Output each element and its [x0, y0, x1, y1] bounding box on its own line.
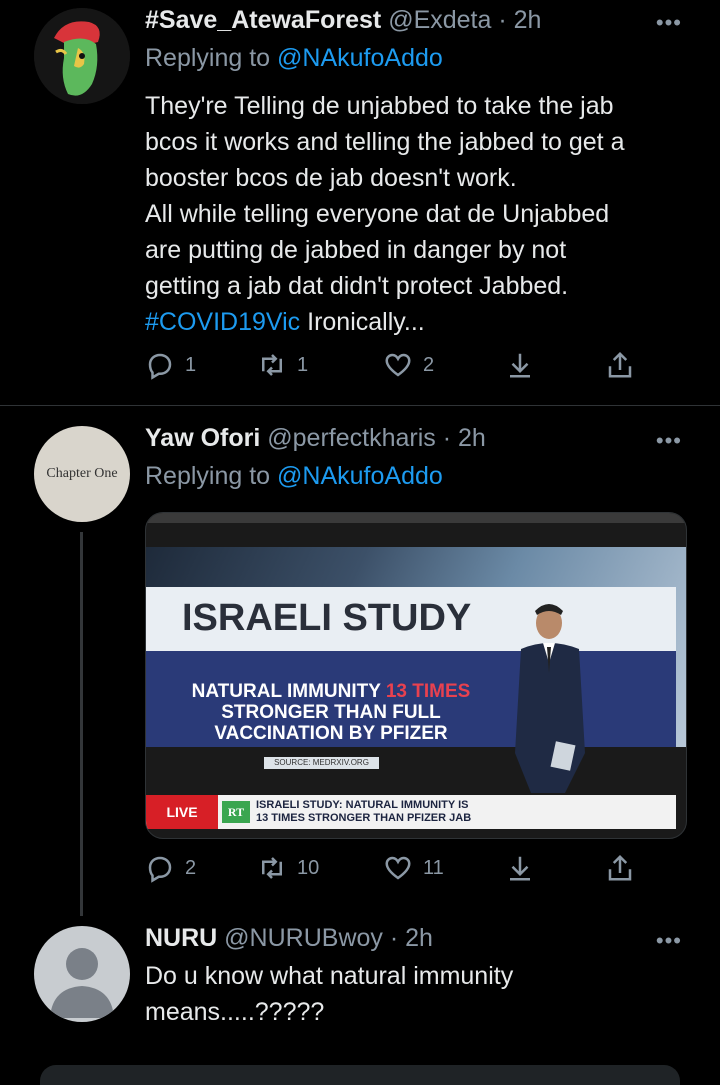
heart-icon [385, 856, 411, 880]
reply-button[interactable]: 1 [145, 345, 196, 385]
like-count: 11 [423, 856, 444, 879]
tweet-actions: 1 1 2 [145, 345, 645, 385]
tweet-text-line: getting a jab dat didn't protect Jabbed. [145, 272, 569, 300]
tweet-text-line: are putting de jabbed in danger by not [145, 236, 567, 264]
share-icon [608, 854, 632, 881]
thread-line [80, 532, 83, 916]
retweet-count: 10 [297, 856, 320, 879]
tweet-1[interactable]: #Save_AtewaForest @Exdeta · 2h ••• Reply… [0, 0, 720, 405]
ticker-line: ISRAELI STUDY: NATURAL IMMUNITY IS [256, 799, 469, 811]
hashtag-link[interactable]: #COVID19Vic [145, 308, 300, 336]
timestamp[interactable]: · 2h [390, 924, 433, 952]
handle[interactable]: @NURUBwoy [224, 924, 383, 952]
tweet-text-tail: Ironically... [300, 308, 425, 336]
download-icon [510, 856, 530, 881]
tweet-text-line: Do u know what natural immunity [145, 962, 514, 990]
tweet-header: NURU @NURUBwoy · 2h [145, 924, 433, 953]
source-label: SOURCE: MEDRXIV.ORG [264, 757, 379, 769]
avatar[interactable]: Chapter One [34, 426, 130, 522]
reply-button[interactable]: 2 [145, 848, 196, 888]
reply-count: 1 [185, 353, 197, 376]
retweet-icon [262, 354, 282, 376]
like-button[interactable]: 11 [383, 848, 444, 888]
reply-count: 2 [185, 856, 197, 879]
display-name[interactable]: Yaw Ofori [145, 424, 260, 452]
like-count: 2 [423, 353, 435, 376]
claim-text: NATURAL IMMUNITY 13 TIMES STRONGER THAN … [166, 681, 496, 744]
ticker-text: ISRAELI STUDY: NATURAL IMMUNITY IS 13 TI… [256, 799, 471, 825]
tweet-3[interactable]: NURU @NURUBwoy · 2h ••• Do u know what n… [0, 916, 720, 1075]
tweet-header: #Save_AtewaForest @Exdeta · 2h [145, 6, 541, 35]
retweet-button[interactable]: 1 [257, 345, 308, 385]
live-badge: LIVE [146, 795, 218, 829]
retweet-count: 1 [297, 353, 309, 376]
share-button[interactable] [605, 345, 635, 385]
avatar[interactable] [34, 8, 130, 104]
avatar-text: Chapter One [46, 466, 118, 481]
headline-text: ISRAELI STUDY [182, 597, 472, 639]
channel-logo: RT [222, 801, 250, 823]
tweet-header: Yaw Ofori @perfectkharis · 2h [145, 424, 486, 453]
handle[interactable]: @perfectkharis [267, 424, 436, 452]
more-options-icon[interactable]: ••• [656, 10, 682, 36]
media-top-band [146, 513, 686, 523]
tweet-text-line: booster bcos de jab doesn't work. [145, 164, 517, 192]
more-options-icon[interactable]: ••• [656, 928, 682, 954]
tweet-text-line: They're Telling de unjabbed to take the … [145, 92, 614, 120]
tweet-text-line: bcos it works and telling the jabbed to … [145, 128, 625, 156]
presenter-figure [515, 604, 585, 793]
like-button[interactable]: 2 [383, 345, 434, 385]
claim-line: VACCINATION BY PFIZER [214, 723, 448, 744]
bottom-compose-bar[interactable] [40, 1065, 680, 1085]
avatar[interactable] [34, 926, 130, 1022]
replying-prefix: Replying to [145, 462, 278, 490]
replying-to: Replying to @NAkufoAddo [145, 462, 443, 491]
retweet-icon [262, 857, 282, 879]
claim-line: STRONGER THAN FULL [221, 702, 441, 723]
bookmark-share-button[interactable] [505, 848, 535, 888]
claim-line: NATURAL IMMUNITY 13 TIMES [166, 681, 496, 702]
download-icon [510, 353, 530, 378]
retweet-button[interactable]: 10 [257, 848, 319, 888]
tweet-text-line: #COVID19Vic Ironically... [145, 304, 705, 340]
timestamp[interactable]: · 2h [498, 6, 541, 34]
replying-to-link[interactable]: @NAkufoAddo [277, 462, 443, 490]
ticker-bar: LIVE RT ISRAELI STUDY: NATURAL IMMUNITY … [146, 795, 676, 829]
tweet-text: They're Telling de unjabbed to take the … [145, 88, 705, 340]
ticker-line: 13 TIMES STRONGER THAN PFIZER JAB [256, 812, 472, 824]
replying-prefix: Replying to [145, 44, 278, 72]
tweet-text-line: All while telling everyone dat de Unjabb… [145, 200, 610, 228]
replying-to-link[interactable]: @NAkufoAddo [277, 44, 443, 72]
timestamp[interactable]: · 2h [443, 424, 486, 452]
handle[interactable]: @Exdeta [388, 6, 491, 34]
claim-highlight: 13 TIMES [385, 681, 471, 702]
tweet-text: Do u know what natural immunity means...… [145, 958, 705, 1030]
bookmark-share-button[interactable] [505, 345, 535, 385]
share-button[interactable] [605, 848, 635, 888]
heart-icon [385, 353, 411, 377]
claim-part: NATURAL IMMUNITY [191, 681, 386, 702]
reply-icon [148, 353, 172, 380]
display-name[interactable]: #Save_AtewaForest [145, 6, 381, 34]
display-name[interactable]: NURU [145, 924, 217, 952]
default-avatar-icon [50, 948, 114, 1018]
tweet-text-line: means.....????? [145, 998, 325, 1026]
more-options-icon[interactable]: ••• [656, 428, 682, 454]
tweet-actions: 2 10 11 [145, 848, 645, 888]
avatar-illustration [34, 8, 130, 104]
tweet-media-image[interactable]: ISRAELI STUDY NATURAL IMMUNITY 13 TIMES … [145, 512, 687, 839]
share-icon [608, 351, 632, 378]
reply-icon [148, 856, 172, 883]
replying-to: Replying to @NAkufoAddo [145, 44, 443, 73]
